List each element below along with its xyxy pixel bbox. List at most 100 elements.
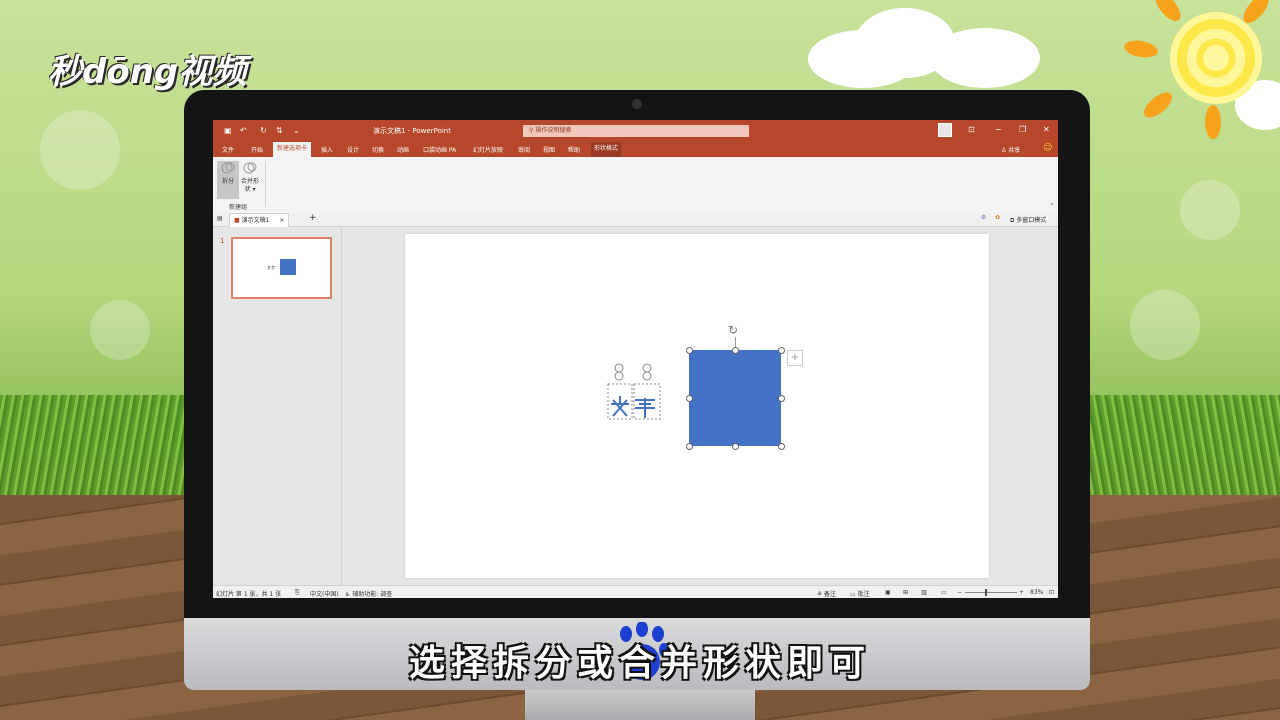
spellcheck-icon[interactable]: ⎘ bbox=[295, 589, 300, 597]
fit-slide-icon[interactable]: ⊡ bbox=[1049, 589, 1054, 596]
doc-tab-close-icon[interactable]: × bbox=[279, 217, 284, 224]
slide-canvas[interactable]: ↻ + bbox=[405, 234, 989, 578]
search-placeholder: 操作说明搜索 bbox=[535, 127, 572, 134]
tab-view[interactable]: 视图 bbox=[543, 145, 555, 154]
feedback-smiley-icon[interactable]: ☺ bbox=[1043, 143, 1052, 153]
resize-handle[interactable] bbox=[778, 443, 785, 450]
ribbon-tabs: 文件 开始 新建选项卡 插入 设计 切换 动画 口袋动画 PA 幻灯片放映 审阅… bbox=[213, 141, 1058, 157]
tab-pocket-animation[interactable]: 口袋动画 PA bbox=[423, 145, 456, 154]
save-icon[interactable]: ▣ bbox=[224, 126, 232, 135]
close-button[interactable]: ✕ bbox=[1043, 125, 1050, 134]
multi-window-label: 多窗口模式 bbox=[1016, 217, 1047, 224]
rotate-handle-icon[interactable]: ↻ bbox=[728, 323, 738, 337]
zoom-slider[interactable] bbox=[965, 592, 1017, 593]
language-indicator[interactable]: 中文(中国) bbox=[310, 589, 339, 598]
bokeh-light bbox=[90, 300, 150, 360]
zoom-slider-thumb[interactable] bbox=[985, 589, 987, 596]
ribbon-panel: 拆分 合并形状 ▾ 新建组 ⌃ bbox=[213, 157, 1058, 214]
resize-handle[interactable] bbox=[686, 395, 693, 402]
monitor-stand bbox=[525, 690, 755, 720]
redo-icon[interactable]: ↻ bbox=[260, 126, 267, 135]
doc-tab-active[interactable]: ■ 演示文稿1 × bbox=[229, 213, 290, 227]
tab-file[interactable]: 文件 bbox=[222, 145, 234, 154]
tab-help[interactable]: 帮助 bbox=[568, 145, 580, 154]
resize-handle[interactable] bbox=[732, 347, 739, 354]
resize-handle[interactable] bbox=[778, 347, 785, 354]
slide-thumbnail-pane: 1 文字 bbox=[213, 227, 342, 585]
tab-new[interactable]: 新建选项卡 bbox=[273, 142, 312, 157]
slideshow-icon[interactable]: ▭ bbox=[941, 589, 947, 596]
zoom-in-icon[interactable]: + bbox=[1019, 589, 1024, 596]
undo-icon[interactable]: ↶ bbox=[240, 126, 247, 135]
split-text-shapes[interactable] bbox=[605, 360, 667, 422]
sun-ray bbox=[1205, 105, 1221, 139]
comments-button[interactable]: ▭ 批注 bbox=[850, 589, 870, 598]
merge-shapes-icon bbox=[243, 162, 257, 174]
tab-design[interactable]: 设计 bbox=[347, 145, 359, 154]
multi-window-button[interactable]: ⧉ 多窗口模式 bbox=[1010, 215, 1046, 225]
merge-shapes-label: 合并形状 bbox=[240, 178, 259, 193]
bokeh-light bbox=[1180, 180, 1240, 240]
addin-icon[interactable]: ⚙ bbox=[981, 214, 986, 221]
resize-handle[interactable] bbox=[778, 395, 785, 402]
restore-button[interactable]: ❐ bbox=[1019, 125, 1026, 134]
sun-ray bbox=[1150, 0, 1186, 26]
doc-tab-label: 演示文稿1 bbox=[241, 217, 270, 224]
window-title: 演示文稿1 - PowerPoint bbox=[373, 127, 451, 135]
watermark-logo: 秒dōng视频 bbox=[48, 52, 247, 92]
search-box[interactable]: ⚲ 操作说明搜索 bbox=[523, 125, 749, 137]
collapse-ribbon-icon[interactable]: ⌃ bbox=[1049, 202, 1055, 210]
thumb-shape bbox=[280, 259, 296, 275]
minimize-button[interactable]: − bbox=[995, 125, 1002, 134]
reading-view-icon[interactable]: ▥ bbox=[921, 589, 927, 596]
split-button[interactable]: 拆分 bbox=[217, 161, 239, 199]
subtitle-caption: 选择拆分或合并形状即可 bbox=[408, 643, 871, 684]
quick-access-more-icon[interactable]: ⌄ bbox=[293, 126, 300, 135]
split-label: 拆分 bbox=[221, 178, 234, 185]
bokeh-light bbox=[1130, 290, 1200, 360]
group-divider bbox=[265, 161, 266, 207]
layout-options-icon[interactable]: + bbox=[787, 350, 803, 366]
tab-slideshow[interactable]: 幻灯片放映 bbox=[473, 145, 503, 154]
share-button[interactable]: ♙ 共享 bbox=[1001, 145, 1020, 154]
sun-ray bbox=[1122, 38, 1160, 60]
merge-shapes-button[interactable]: 合并形状 ▾ bbox=[239, 161, 261, 199]
tab-insert[interactable]: 插入 bbox=[321, 145, 333, 154]
grass-left bbox=[0, 395, 200, 500]
ppt-file-icon: ■ bbox=[234, 217, 240, 224]
add-tab-icon[interactable]: + bbox=[309, 213, 317, 223]
grass-right bbox=[1080, 395, 1280, 500]
notes-label: 备注 bbox=[823, 591, 836, 598]
avatar[interactable] bbox=[938, 123, 952, 137]
slide-thumbnail[interactable]: 文字 bbox=[231, 237, 332, 299]
tab-shape-format[interactable]: 形状格式 bbox=[591, 142, 622, 157]
settings-icon[interactable]: ✿ bbox=[995, 214, 1000, 221]
resize-handle[interactable] bbox=[732, 443, 739, 450]
accessibility-button[interactable]: ♿ 辅助功能: 调查 bbox=[345, 589, 392, 598]
tab-review[interactable]: 审阅 bbox=[518, 145, 530, 154]
powerpoint-window: ▣ ↶ ↻ ⇅ ⌄ 演示文稿1 - PowerPoint ⚲ 操作说明搜索 ⊡ … bbox=[213, 120, 1058, 598]
document-tabs: ▤ ■ 演示文稿1 × + ⚙ ✿ ⧉ 多窗口模式 bbox=[213, 213, 1058, 227]
share-label: 共享 bbox=[1008, 147, 1021, 154]
tab-list-icon[interactable]: ▤ bbox=[217, 215, 223, 222]
zoom-out-icon[interactable]: − bbox=[957, 589, 962, 596]
resize-handle[interactable] bbox=[686, 443, 693, 450]
tab-animations[interactable]: 动画 bbox=[397, 145, 409, 154]
customize-icon[interactable]: ⇅ bbox=[276, 126, 283, 135]
notes-button[interactable]: ≙ 备注 bbox=[817, 589, 836, 598]
title-bar: ▣ ↶ ↻ ⇅ ⌄ 演示文稿1 - PowerPoint ⚲ 操作说明搜索 ⊡ … bbox=[213, 120, 1058, 141]
tab-transitions[interactable]: 切换 bbox=[372, 145, 384, 154]
slide-count: 幻灯片 第 1 张，共 1 张 bbox=[216, 591, 282, 598]
cloud bbox=[930, 28, 1040, 88]
thumb-text: 文字 bbox=[267, 265, 275, 270]
sun-ray bbox=[1139, 87, 1177, 123]
tab-home[interactable]: 开始 bbox=[251, 145, 263, 154]
bokeh-light bbox=[40, 110, 120, 190]
resize-handle[interactable] bbox=[686, 347, 693, 354]
slide-sorter-icon[interactable]: ⊞ bbox=[903, 589, 908, 596]
sun-graphic bbox=[1170, 12, 1262, 104]
zoom-level[interactable]: 83% bbox=[1030, 589, 1043, 596]
normal-view-icon[interactable]: ▣ bbox=[885, 589, 891, 596]
ribbon-display-icon[interactable]: ⊡ bbox=[968, 125, 975, 134]
blue-square-shape[interactable] bbox=[689, 350, 781, 446]
